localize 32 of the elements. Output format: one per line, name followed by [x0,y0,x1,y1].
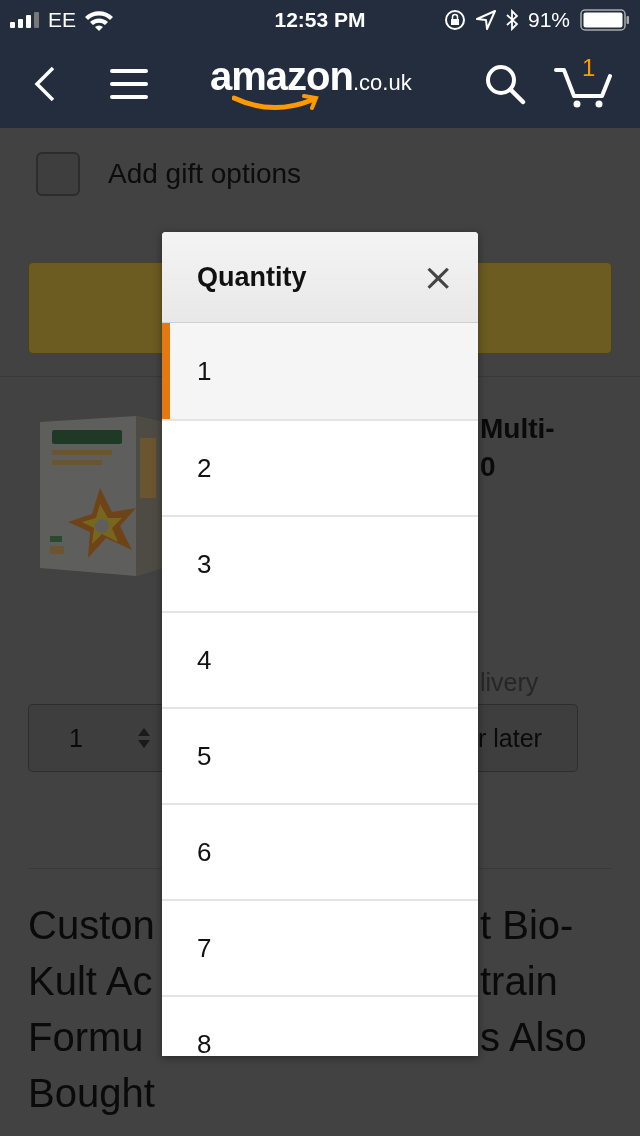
battery-icon [580,9,630,31]
close-button[interactable]: × [418,258,458,296]
battery-percent: 91% [527,8,570,32]
signal-icon [10,12,40,28]
section-heading: t Bio- [479,902,575,948]
rotation-lock-icon [443,9,466,31]
section-heading: train [479,958,559,1004]
section-heading: Bought [27,1070,155,1115]
amazon-logo[interactable]: amazon.co.uk [210,54,412,114]
carrier-name: EE [48,8,76,32]
section-heading: Formu [27,1014,144,1059]
dialog-title: Quantity [197,261,307,293]
quantity-option[interactable]: 1 [162,323,478,419]
section-heading: Custon [27,902,155,947]
back-icon[interactable] [34,66,56,102]
wifi-icon [84,9,114,31]
clock-time: 12:53 PM [274,8,366,32]
cart-button[interactable]: 1 [554,60,612,108]
section-heading: Kult Ac [27,958,153,1003]
location-arrow-icon [475,10,496,30]
quantity-option[interactable]: 6 [162,803,478,899]
quantity-option[interactable]: 2 [162,419,478,515]
quantity-option[interactable]: 4 [162,611,478,707]
quantity-option[interactable]: 8 [162,995,478,1056]
quantity-option[interactable]: 5 [162,707,478,803]
quantity-option[interactable]: 3 [162,515,478,611]
section-heading: s Also [479,1014,588,1060]
up-down-arrows-icon [136,727,151,749]
search-icon[interactable] [484,63,526,105]
quantity-option[interactable]: 7 [162,899,478,995]
bluetooth-icon [505,9,518,31]
menu-icon[interactable] [110,69,148,99]
